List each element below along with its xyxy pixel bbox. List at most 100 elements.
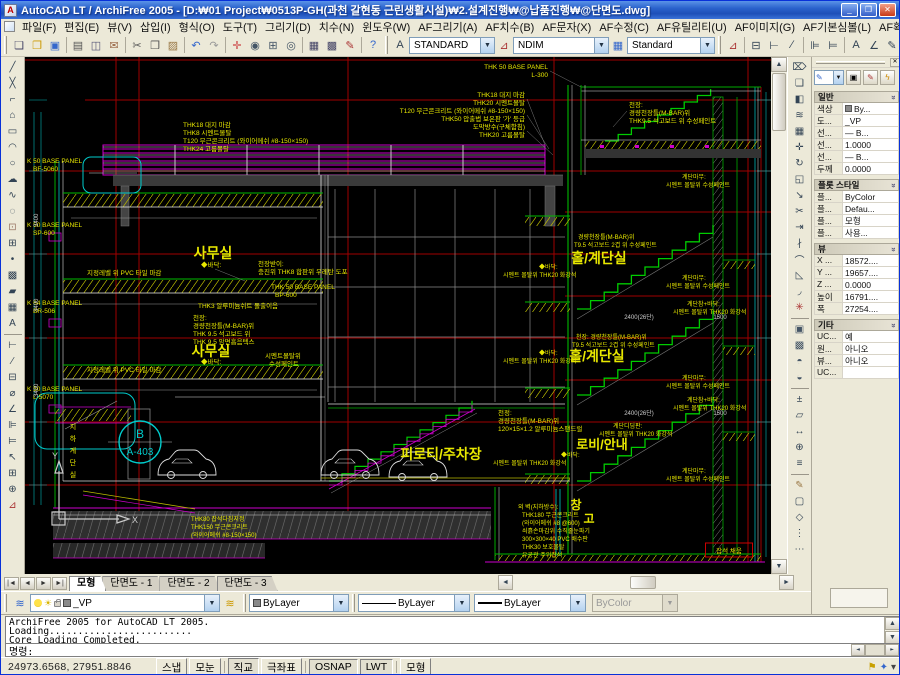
draworder-back-icon[interactable]: ▩ — [790, 337, 810, 353]
menu-item[interactable]: AF이미지(G) — [731, 19, 799, 35]
boundary-icon[interactable]: ◇ — [790, 509, 810, 525]
line-icon[interactable]: ╱ — [3, 59, 23, 75]
status-toggle-OSNAP[interactable]: OSNAP — [309, 659, 358, 675]
property-value[interactable]: Defau... — [843, 203, 898, 214]
property-value[interactable]: — B... — [843, 151, 898, 162]
palette-row[interactable]: 두께0.0000 — [814, 163, 899, 175]
property-value[interactable]: 0.0000 — [843, 279, 898, 290]
command-scrollbar[interactable]: ▲ ▼ — [884, 617, 899, 644]
cut-icon[interactable]: ✂ — [128, 36, 146, 54]
construction-line-icon[interactable]: ╳ — [3, 75, 23, 91]
status-toggle-스냅[interactable]: 스냅 — [156, 658, 187, 675]
horizontal-scroll-thumb[interactable] — [630, 576, 656, 589]
object-type-combo[interactable]: ✎▼ — [814, 70, 844, 85]
layer-properties-icon[interactable]: ≋ — [10, 594, 30, 612]
tab-next-button[interactable]: ► — [36, 577, 51, 590]
table-style-icon[interactable]: ▦ — [609, 36, 627, 54]
property-value[interactable]: _VP — [843, 115, 898, 126]
layout-tab-단면도-1[interactable]: 단면도 - 1 — [102, 576, 163, 591]
polyline-icon[interactable]: ⌐ — [3, 91, 23, 107]
scroll-right-icon[interactable]: ► — [885, 644, 899, 656]
redo-icon[interactable]: ↷ — [205, 36, 223, 54]
menu-item[interactable]: 치수(N) — [315, 19, 359, 35]
dim-style-icon[interactable]: ⊿ — [724, 36, 742, 54]
palette-row[interactable]: 플...Defau... — [814, 203, 899, 215]
property-value[interactable]: ByColor — [843, 191, 898, 202]
area-icon[interactable]: ▱ — [790, 407, 810, 423]
linetype-combo[interactable]: ByLayer ▼ — [358, 594, 470, 612]
toolbar-grip[interactable] — [243, 594, 246, 612]
dim-style-icon[interactable]: ⊿ — [3, 497, 23, 513]
scroll-right-icon[interactable]: ► — [779, 575, 794, 590]
palette-row[interactable]: 선...— B... — [814, 151, 899, 163]
minimize-button[interactable]: _ — [841, 3, 858, 17]
palette-close-icon[interactable]: ✕ — [890, 58, 900, 67]
chevron-down-icon[interactable]: ▼ — [594, 38, 608, 53]
multiline-text-icon[interactable]: A — [3, 315, 23, 331]
property-value[interactable]: 아니오 — [843, 355, 898, 366]
vertical-scroll-thumb[interactable] — [772, 73, 786, 131]
select-objects-button[interactable]: ✎ — [863, 70, 878, 85]
property-value[interactable]: 모형 — [843, 215, 898, 226]
dim-continue-icon[interactable]: ⊨ — [3, 433, 23, 449]
layout-tab-모형[interactable]: 모형 — [69, 576, 106, 591]
tolerance-icon[interactable]: ⊞ — [3, 465, 23, 481]
menu-item[interactable]: 뷰(V) — [103, 19, 136, 35]
command-window[interactable]: ArchiFree 2005 for AutoCAD LT 2005. Load… — [1, 614, 900, 657]
draworder-front-icon[interactable]: ▣ — [790, 321, 810, 337]
toolbar-grip[interactable] — [385, 36, 388, 54]
menu-item[interactable]: 윈도우(W) — [358, 19, 414, 35]
dim-angular-icon[interactable]: ∠ — [865, 36, 883, 54]
extend-icon[interactable]: ⇥ — [790, 219, 810, 235]
make-block-icon[interactable]: ⊞ — [3, 235, 23, 251]
dim-linear-icon[interactable]: ⊢ — [3, 337, 23, 353]
property-value[interactable]: 18572.... — [843, 255, 898, 266]
palette-row[interactable]: 높이16791.... — [814, 291, 899, 303]
explode-icon[interactable]: ✳ — [790, 299, 810, 315]
layout-tab-단면도-2[interactable]: 단면도 - 2 — [159, 576, 220, 591]
plot-notification-icon[interactable]: ⚑ — [868, 662, 877, 673]
scroll-up-icon[interactable]: ▲ — [885, 617, 900, 630]
dim-angular-icon[interactable]: ∠ — [3, 401, 23, 417]
scroll-left-icon[interactable]: ◄ — [498, 575, 513, 590]
property-value[interactable]: 1.0000 — [843, 139, 898, 150]
collapse-icon[interactable]: « — [888, 95, 897, 99]
point-icon[interactable]: • — [3, 251, 23, 267]
dim-radius-icon[interactable]: ⌀ — [3, 385, 23, 401]
palette-row[interactable]: UC...예 — [814, 331, 899, 343]
publish-icon[interactable]: ✉ — [105, 36, 123, 54]
property-value[interactable]: 19657.... — [843, 267, 898, 278]
markup-icon[interactable]: ✎ — [341, 36, 359, 54]
dim-style-icon[interactable]: ⊿ — [495, 36, 513, 54]
quick-leader-icon[interactable]: ↖ — [3, 449, 23, 465]
paste-icon[interactable]: ▨ — [164, 36, 182, 54]
chevron-down-icon[interactable]: ▼ — [570, 595, 585, 611]
plot-icon[interactable]: ▤ — [69, 36, 87, 54]
circle-icon[interactable]: ○ — [3, 155, 23, 171]
zoom-realtime-icon[interactable]: ◉ — [246, 36, 264, 54]
palette-row[interactable]: Z ...0.0000 — [814, 279, 899, 291]
palette-section-header[interactable]: 플롯 스타일« — [814, 179, 899, 191]
arc-icon[interactable]: ◠ — [3, 139, 23, 155]
tab-last-button[interactable]: ►| — [52, 577, 67, 590]
status-toggle-LWT[interactable]: LWT — [360, 659, 393, 675]
command-prompt[interactable]: 명령: — [9, 643, 33, 658]
palette-row[interactable]: 플...모형 — [814, 215, 899, 227]
help-icon[interactable]: ? — [364, 36, 382, 54]
text-style-combo[interactable]: STANDARD▼ — [409, 37, 495, 54]
dim-aligned-icon[interactable]: ∕ — [783, 36, 801, 54]
lineweight-combo[interactable]: ByLayer ▼ — [474, 594, 586, 612]
palette-row[interactable]: 도..._VP — [814, 115, 899, 127]
distance-icon[interactable]: ↔ — [790, 423, 810, 439]
horizontal-scrollbar[interactable]: ◄ ► — [498, 575, 794, 590]
menu-item[interactable]: AF수정(C) — [595, 19, 653, 35]
palette-section-header[interactable]: 기타« — [814, 319, 899, 331]
menu-item[interactable]: AF그리기(A) — [414, 19, 481, 35]
menu-item[interactable]: 파일(F) — [18, 19, 60, 35]
quick-select-button[interactable]: ϟ — [880, 70, 895, 85]
chevron-down-icon[interactable]: ▼ — [204, 595, 219, 611]
chevron-down-icon[interactable]: ▼ — [454, 595, 469, 611]
menu-item[interactable]: 도구(T) — [219, 19, 261, 35]
layer-combo[interactable]: ☀ _VP ▼ — [30, 594, 220, 612]
palette-row[interactable]: 선...— B... — [814, 127, 899, 139]
